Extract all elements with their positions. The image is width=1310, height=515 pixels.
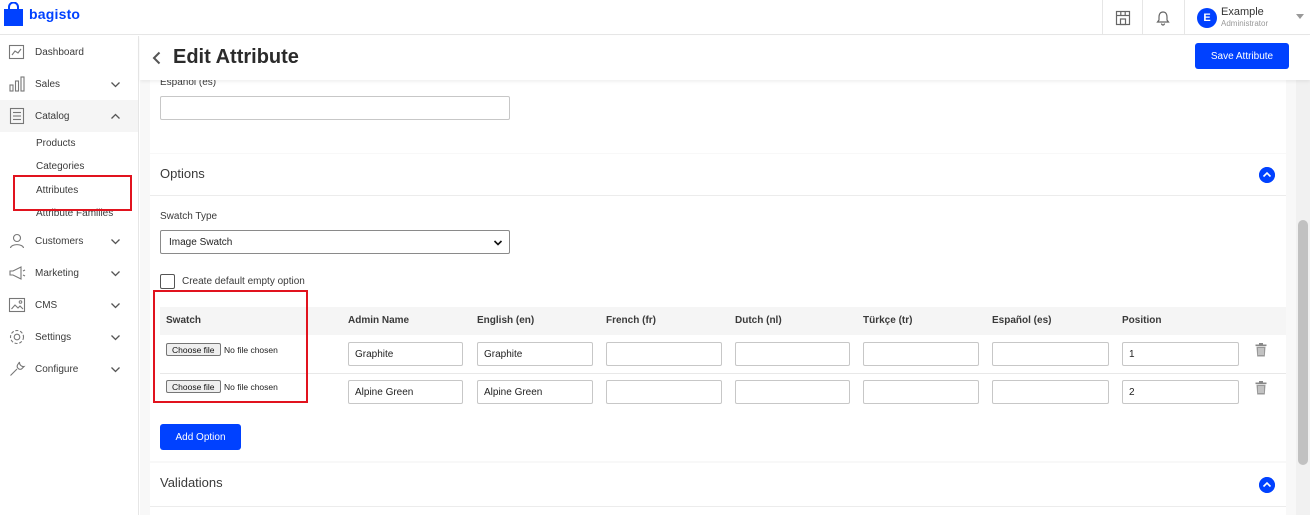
options-title: Options [160, 166, 205, 181]
chevron-down-icon [111, 367, 120, 373]
cms-icon [8, 297, 26, 313]
sidebar-item-label: Catalog [35, 110, 70, 122]
logo-text: bagisto [29, 6, 81, 22]
gear-icon [9, 329, 25, 345]
default-option-checkbox[interactable] [160, 274, 175, 289]
scrollbar-thumb[interactable] [1298, 220, 1308, 465]
back-arrow-icon[interactable] [152, 51, 162, 65]
validations-header[interactable]: Validations [150, 463, 1286, 507]
attributes-highlight-box [13, 175, 132, 211]
chevron-down-icon [111, 239, 120, 245]
sidebar-subitem-products[interactable]: Products [36, 138, 75, 149]
column-header: Español (es) [992, 315, 1052, 326]
english-input[interactable]: Alpine Green [477, 380, 593, 404]
dashboard-icon [8, 44, 25, 60]
chevron-up-icon [111, 113, 120, 119]
swatch-highlight-box [153, 290, 308, 403]
sidebar: Dashboard Sales Catalog Products Categor… [0, 36, 139, 515]
options-header[interactable]: Options [150, 154, 1286, 196]
trash-icon[interactable] [1255, 343, 1267, 357]
page-title: Edit Attribute [173, 46, 299, 68]
sidebar-item-settings[interactable]: Settings [0, 321, 138, 353]
sidebar-item-catalog[interactable]: Catalog [0, 100, 138, 132]
collapse-up-icon[interactable] [1259, 167, 1275, 183]
add-option-button[interactable]: Add Option [160, 424, 241, 450]
sidebar-item-label: Settings [35, 331, 72, 343]
customers-icon [9, 233, 25, 249]
sidebar-item-label: Customers [35, 235, 84, 247]
sidebar-item-configure[interactable]: Configure [0, 353, 138, 385]
dutch-input[interactable] [735, 342, 850, 366]
english-input[interactable]: Graphite [477, 342, 593, 366]
store-button[interactable] [1102, 0, 1142, 35]
catalog-icon [9, 107, 25, 125]
user-name: Example [1221, 6, 1264, 18]
chevron-down-icon [111, 303, 120, 309]
row-divider [160, 373, 1286, 374]
swatch-type-label: Swatch Type [160, 211, 218, 222]
bell-icon [1155, 10, 1170, 26]
notifications-button[interactable] [1142, 0, 1182, 35]
dutch-input[interactable] [735, 380, 850, 404]
validations-title: Validations [160, 475, 223, 490]
sidebar-subitem-categories[interactable]: Categories [36, 161, 84, 172]
admin-name-input[interactable]: Alpine Green [348, 380, 463, 404]
french-input[interactable] [606, 342, 722, 366]
column-header: French (fr) [606, 315, 656, 326]
save-attribute-button[interactable]: Save Attribute [1195, 43, 1289, 69]
chevron-down-icon [111, 82, 120, 88]
user-role: Administrator [1221, 19, 1269, 28]
admin-name-input[interactable]: Graphite [348, 342, 463, 366]
default-option-label: Create default empty option [182, 276, 305, 287]
spanish-input[interactable] [992, 380, 1109, 404]
sidebar-item-marketing[interactable]: Marketing [0, 257, 138, 289]
wrench-icon [10, 361, 26, 376]
megaphone-icon [9, 266, 26, 280]
column-header: Türkçe (tr) [863, 315, 913, 326]
french-input[interactable] [606, 380, 722, 404]
spanish-input[interactable] [992, 342, 1109, 366]
column-header: Position [1122, 315, 1162, 326]
sidebar-item-dashboard[interactable]: Dashboard [0, 36, 138, 68]
position-input[interactable]: 1 [1122, 342, 1239, 366]
sidebar-item-label: Configure [35, 363, 79, 375]
store-icon [1115, 10, 1130, 25]
collapse-up-icon[interactable] [1259, 477, 1275, 493]
spanish-label-input[interactable] [160, 96, 510, 120]
sidebar-item-customers[interactable]: Customers [0, 225, 138, 257]
sidebar-item-sales[interactable]: Sales [0, 68, 138, 100]
options-table-header [160, 307, 1286, 335]
shopping-bag-icon [4, 2, 23, 26]
sidebar-item-label: Sales [35, 78, 61, 90]
chevron-down-icon [111, 271, 120, 277]
user-menu[interactable]: E Example Administrator [1184, 0, 1310, 35]
validations-panel: Validations [150, 463, 1286, 515]
swatch-type-value: Image Swatch [169, 236, 233, 248]
column-header: Dutch (nl) [735, 315, 782, 326]
position-input[interactable]: 2 [1122, 380, 1239, 404]
top-bar: bagisto E Example Administrator [0, 0, 1310, 35]
sales-icon [9, 76, 25, 92]
column-header: Admin Name [348, 315, 410, 326]
turkish-input[interactable] [863, 342, 979, 366]
caret-down-icon [1296, 14, 1304, 19]
chevron-down-icon [493, 240, 503, 246]
chevron-down-icon [111, 335, 120, 341]
avatar: E [1197, 7, 1217, 28]
logo[interactable]: bagisto [4, 2, 80, 26]
swatch-type-select[interactable]: Image Swatch [160, 230, 510, 254]
column-header: English (en) [477, 315, 535, 326]
sidebar-item-cms[interactable]: CMS [0, 289, 138, 321]
sidebar-item-label: CMS [35, 299, 58, 311]
trash-icon[interactable] [1255, 381, 1267, 395]
turkish-input[interactable] [863, 380, 979, 404]
sidebar-item-label: Dashboard [35, 46, 84, 58]
options-panel: Options Swatch Type Image Swatch Create … [150, 154, 1286, 461]
labels-panel: Español (es) [150, 77, 1286, 153]
sidebar-item-label: Marketing [35, 267, 79, 279]
main-content: Español (es) Options Swatch Type Image S… [140, 77, 1296, 515]
page-header: Edit Attribute Save Attribute [140, 36, 1310, 80]
